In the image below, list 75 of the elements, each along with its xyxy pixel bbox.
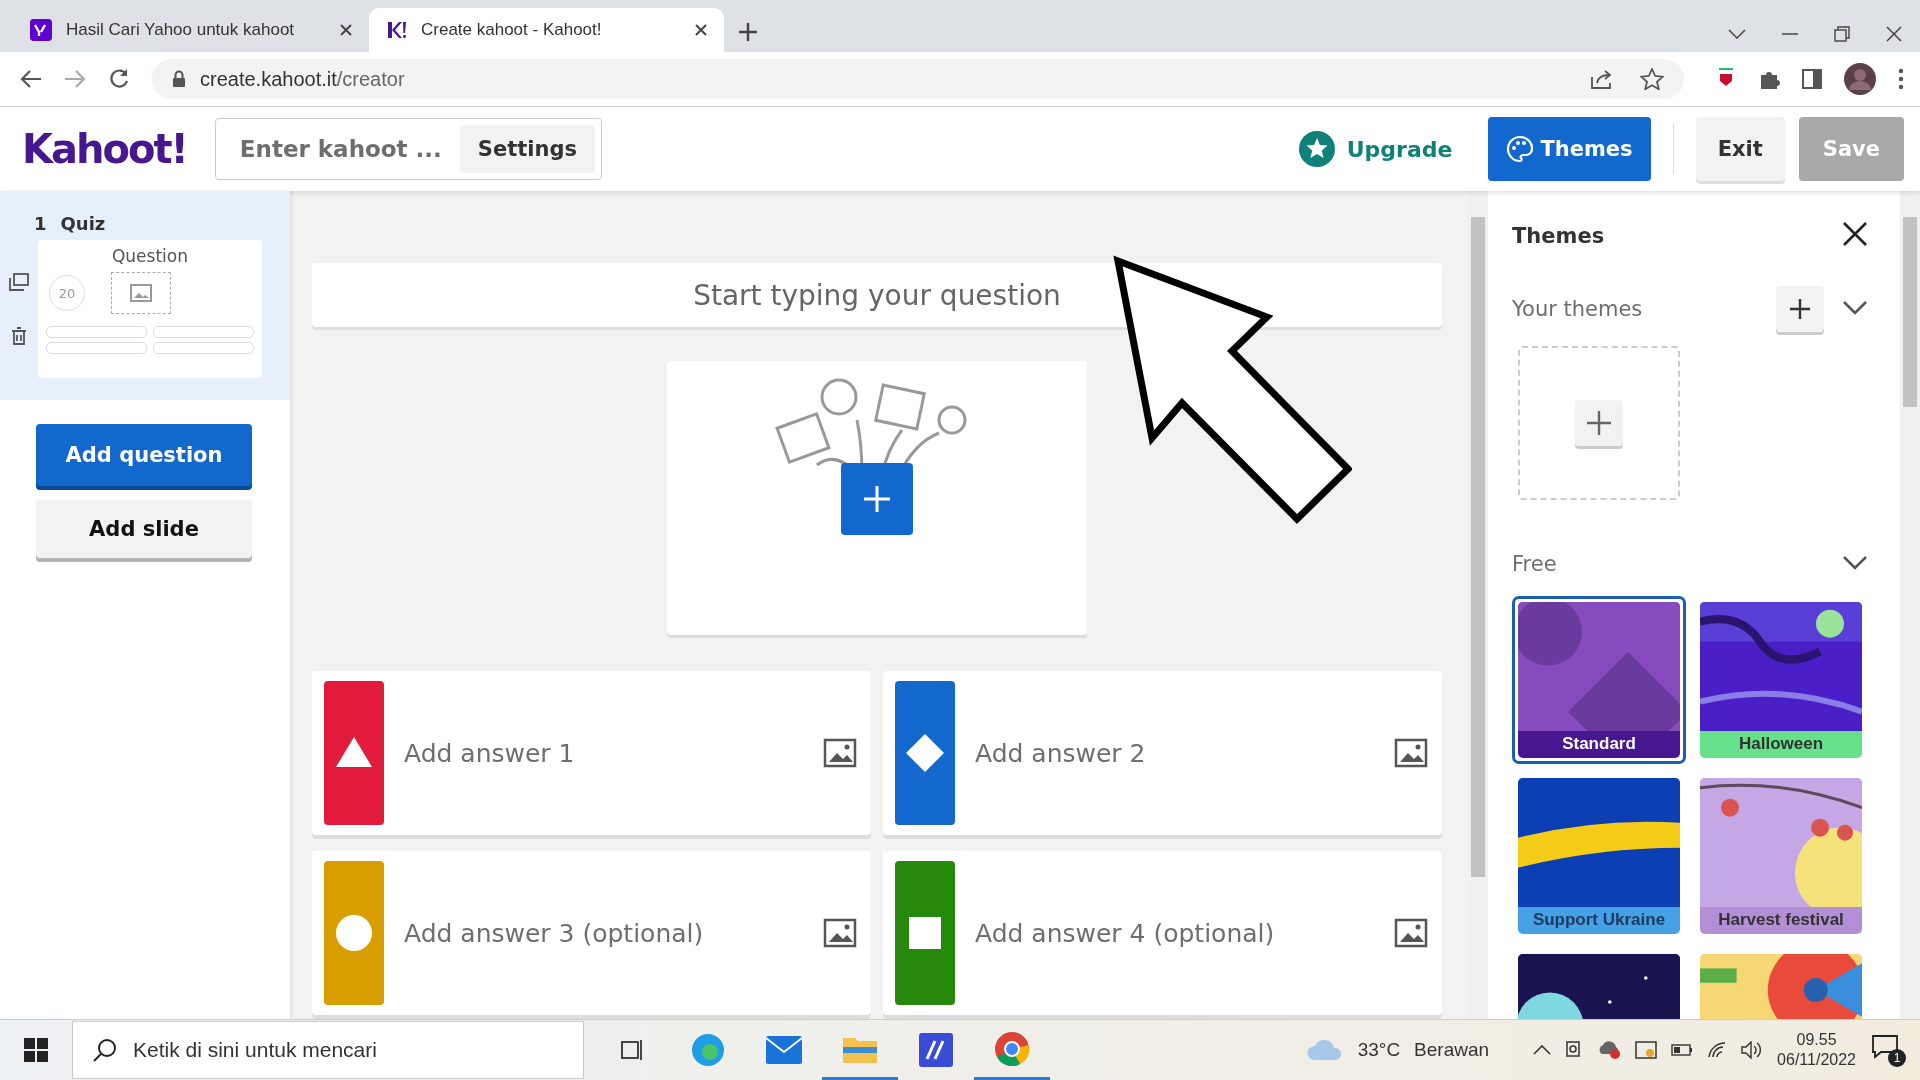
theme-name: Support Ukraine: [1531, 909, 1667, 932]
search-icon: [93, 1038, 117, 1062]
image-icon[interactable]: [1394, 918, 1428, 948]
theme-name: Standard: [1561, 733, 1637, 756]
wifi-icon[interactable]: [1707, 1041, 1728, 1059]
close-icon[interactable]: [1886, 26, 1902, 42]
menu-icon[interactable]: [1898, 68, 1904, 90]
exit-button[interactable]: Exit: [1695, 117, 1785, 181]
media-upload-area[interactable]: [667, 361, 1087, 635]
plus-icon: [862, 484, 892, 514]
slide-item[interactable]: 1 Quiz Question 20: [0, 191, 290, 400]
avatar-icon[interactable]: [1844, 63, 1876, 95]
favicon-icon: [30, 19, 52, 41]
add-media-button[interactable]: [841, 463, 913, 535]
windows-start-icon[interactable]: [24, 1038, 48, 1062]
theme-name: Harvest festival: [1717, 909, 1845, 932]
question-field[interactable]: Start typing your question: [312, 263, 1442, 327]
star-icon[interactable]: [1640, 68, 1664, 90]
slide-number: 1: [34, 213, 47, 234]
reload-icon[interactable]: [108, 68, 130, 90]
panel-title: Themes: [1512, 223, 1605, 248]
close-icon[interactable]: [339, 23, 353, 37]
browser-tab[interactable]: Create kahoot - Kahoot!: [369, 8, 724, 52]
new-tab-icon[interactable]: [738, 22, 758, 42]
theme-card[interactable]: Standard: [1512, 596, 1686, 764]
kahoot-logo[interactable]: Kahoot!: [22, 126, 187, 172]
security-icon[interactable]: [1635, 1040, 1658, 1060]
cloud-icon: [1305, 1038, 1344, 1062]
back-icon[interactable]: [20, 69, 42, 89]
new-theme-tile[interactable]: [1518, 346, 1680, 500]
answer-field[interactable]: Add answer 2: [973, 737, 1376, 769]
image-placeholder: [111, 272, 171, 314]
answer-field[interactable]: Add answer 1: [402, 737, 805, 769]
answer-field[interactable]: Add answer 3 (optional): [402, 917, 805, 949]
title-field[interactable]: Enter kahoot ... Settings: [214, 118, 602, 180]
palette-icon: [1506, 135, 1535, 163]
image-icon[interactable]: [823, 738, 857, 768]
temperature-text: 33°C: [1357, 1039, 1401, 1061]
upgrade-button[interactable]: Upgrade: [1292, 130, 1459, 168]
url-text: create.kahoot.it/creator: [200, 67, 405, 91]
slide-title: Question: [111, 246, 188, 266]
cloud-error-icon[interactable]: [1597, 1040, 1622, 1060]
scrollbar[interactable]: [1900, 191, 1920, 1019]
plus-icon: [1789, 298, 1811, 320]
restore-icon[interactable]: [1834, 26, 1850, 42]
duplicate-icon[interactable]: [9, 273, 29, 291]
speaker-icon[interactable]: [1741, 1041, 1764, 1059]
answer-field[interactable]: Add answer 4 (optional): [973, 917, 1376, 949]
section-label: Your themes: [1512, 297, 1644, 321]
share-icon[interactable]: [1590, 68, 1614, 90]
weather-text: Berawan: [1414, 1039, 1490, 1061]
circle-icon: [334, 913, 374, 953]
trash-icon[interactable]: [11, 327, 27, 345]
diamond-icon: [905, 733, 945, 773]
favicon-icon: [385, 19, 407, 41]
slide-type: Quiz: [60, 213, 106, 234]
plus-icon: [1586, 410, 1612, 436]
close-icon[interactable]: [694, 23, 708, 37]
image-icon[interactable]: [823, 918, 857, 948]
slide-thumbnail[interactable]: Question 20: [38, 240, 262, 378]
image-icon[interactable]: [1394, 738, 1428, 768]
side-panel-icon[interactable]: [1802, 69, 1822, 89]
browser-tab[interactable]: Hasil Cari Yahoo untuk kahoot: [14, 8, 369, 52]
theme-name: Halloween: [1737, 733, 1825, 756]
settings-button[interactable]: Settings: [459, 125, 595, 173]
battery-icon[interactable]: [1671, 1044, 1694, 1056]
chevron-up-icon[interactable]: [1533, 1045, 1552, 1055]
clock[interactable]: 09.55 06/11/2022: [1777, 1030, 1856, 1070]
themes-button[interactable]: Themes: [1488, 117, 1651, 181]
section-label: Free: [1512, 552, 1558, 576]
chevron-down-icon[interactable]: [1728, 29, 1746, 39]
address-bar[interactable]: create.kahoot.it/creator: [152, 59, 1684, 99]
lock-icon: [172, 70, 186, 88]
taskbar-search-field[interactable]: Ketik di sini untuk mencari: [72, 1021, 584, 1079]
add-theme-button[interactable]: [1776, 286, 1824, 332]
